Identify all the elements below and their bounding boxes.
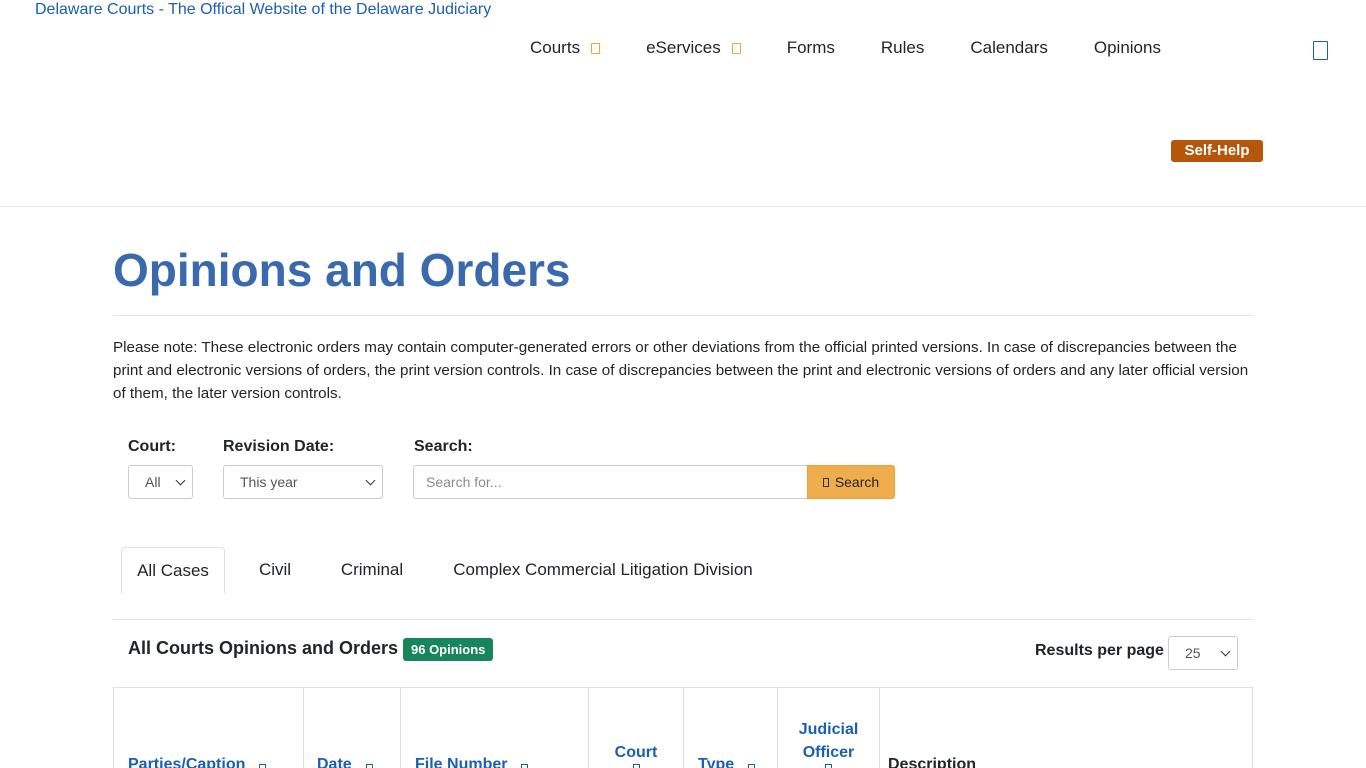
column-header-file-number-label: File Number: [415, 756, 508, 768]
sort-icon: [259, 764, 267, 768]
column-header-type[interactable]: Type: [684, 688, 778, 768]
disclaimer-notice: Please note: These electronic orders may…: [113, 339, 1249, 402]
sort-icon: [825, 764, 832, 768]
nav-opinions-label: Opinions: [1093, 38, 1161, 57]
nav-courts-label: Courts: [530, 38, 581, 57]
chevron-down-icon: [731, 42, 741, 54]
revision-date-value: This year: [240, 474, 298, 490]
column-header-date-label: Date: [317, 756, 352, 768]
chevron-down-icon: [175, 475, 186, 485]
search-button[interactable]: Search: [807, 465, 895, 499]
main-nav: Courts eServices Forms Rules Calendars O…: [530, 38, 1161, 58]
search-button-label: Search: [834, 474, 880, 490]
tab-criminal[interactable]: Criminal: [325, 547, 419, 594]
search-input[interactable]: Search for...: [413, 465, 808, 499]
column-header-parties[interactable]: Parties/Caption: [114, 688, 304, 768]
nav-eservices[interactable]: eServices: [646, 38, 741, 58]
sort-icon: [748, 764, 756, 768]
results-title: All Courts Opinions and Orders: [128, 638, 399, 658]
sort-icon: [365, 764, 373, 768]
column-header-judicial-officer[interactable]: Judicial Officer: [778, 688, 880, 768]
column-header-description: Description: [880, 688, 1253, 768]
page-title: Opinions and Orders: [113, 243, 571, 297]
page-title-rest: and Orders: [325, 244, 571, 296]
column-header-date[interactable]: Date: [304, 688, 401, 768]
court-select-value: All: [145, 474, 161, 490]
nav-opinions[interactable]: Opinions: [1094, 38, 1161, 58]
results-per-page-select[interactable]: 25: [1168, 636, 1238, 670]
nav-forms-label: Forms: [786, 38, 835, 57]
column-header-court-label: Court: [614, 744, 658, 761]
nav-forms[interactable]: Forms: [787, 38, 835, 58]
nav-rules-label: Rules: [880, 38, 925, 57]
tab-all-cases[interactable]: All Cases: [121, 547, 225, 594]
sort-icon: [521, 764, 529, 768]
nav-courts[interactable]: Courts: [530, 38, 601, 58]
column-header-type-label: Type: [698, 756, 735, 768]
results-per-page-value: 25: [1185, 645, 1201, 661]
column-header-description-label: Description: [888, 756, 977, 768]
sort-icon: [632, 764, 640, 768]
nav-eservices-label: eServices: [646, 38, 721, 57]
chevron-down-icon: [1220, 646, 1231, 656]
court-filter-label: Court:: [128, 438, 176, 455]
nav-calendars[interactable]: Calendars: [970, 38, 1048, 58]
tab-complex-commercial[interactable]: Complex Commercial Litigation Division: [437, 547, 769, 594]
results-per-page-label: Results per page: [1035, 642, 1164, 659]
chevron-down-icon: [365, 475, 376, 485]
search-icon: [822, 477, 829, 487]
chevron-down-icon: [591, 42, 601, 54]
search-label: Search:: [414, 438, 473, 455]
column-header-judicial-officer-label: Judicial Officer: [798, 721, 859, 761]
nav-calendars-label: Calendars: [970, 38, 1048, 57]
column-header-file-number[interactable]: File Number: [401, 688, 589, 768]
logo-alt-text: Delaware Courts - The Offical Website of…: [35, 1, 492, 18]
column-header-court[interactable]: Court: [589, 688, 684, 768]
opinions-count-badge: 96 Opinions: [403, 638, 494, 661]
page-title-bold: Opinions: [113, 244, 313, 296]
revision-date-label: Revision Date:: [223, 438, 335, 455]
court-select[interactable]: All: [128, 465, 193, 499]
title-divider: [113, 315, 1253, 316]
site-logo[interactable]: Delaware Courts - The Offical Website of…: [35, 1, 491, 19]
self-help-button[interactable]: Self-Help: [1171, 140, 1263, 162]
menu-icon[interactable]: [1313, 41, 1328, 60]
column-header-parties-label: Parties/Caption: [128, 756, 246, 768]
revision-date-select[interactable]: This year: [223, 465, 383, 499]
opinions-table: Parties/Caption Date File Number Court T…: [113, 687, 1253, 768]
nav-rules[interactable]: Rules: [881, 38, 924, 58]
case-type-tabs: All Cases Civil Criminal Complex Commerc…: [113, 547, 1253, 620]
tab-civil[interactable]: Civil: [243, 547, 307, 594]
header-divider: [0, 206, 1366, 207]
